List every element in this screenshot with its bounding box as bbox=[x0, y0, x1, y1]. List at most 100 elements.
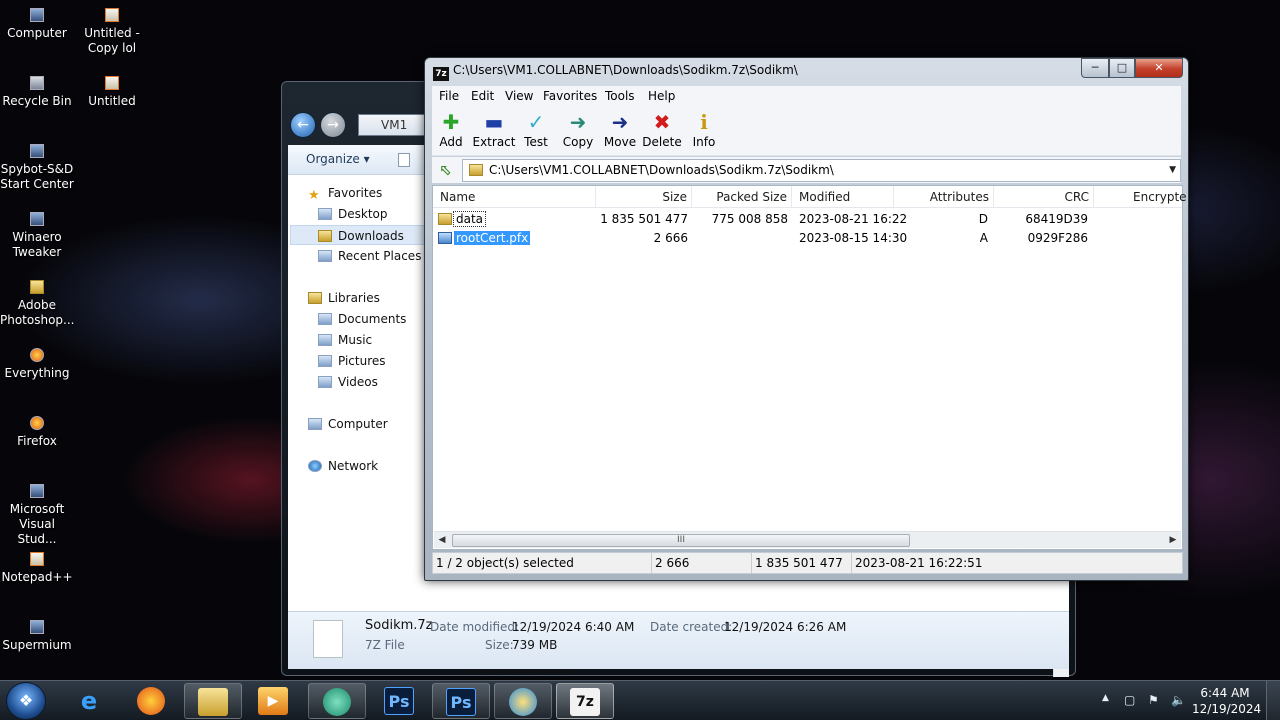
desktop-icon-photoshop[interactable]: Adobe Photoshop... bbox=[0, 280, 75, 328]
nav-videos[interactable]: Videos bbox=[318, 372, 378, 392]
nav-label: Music bbox=[338, 333, 373, 347]
file-name: data bbox=[452, 211, 487, 227]
show-desktop-button[interactable] bbox=[1266, 681, 1280, 720]
action-center-icon[interactable]: ▢ bbox=[1124, 693, 1135, 707]
menu-tools[interactable]: Tools bbox=[605, 86, 635, 106]
table-row[interactable]: data 1 835 501 477 775 008 858 2023-08-2… bbox=[433, 209, 1182, 229]
winaero-icon bbox=[323, 688, 351, 716]
desktop-icon-spybot[interactable]: Spybot-S&D Start Center bbox=[0, 144, 74, 192]
new-folder-icon[interactable] bbox=[398, 153, 410, 167]
nav-music[interactable]: Music bbox=[318, 330, 372, 350]
media-player-icon: ▶ bbox=[258, 687, 288, 715]
chevron-down-icon[interactable]: ▼ bbox=[1169, 160, 1176, 181]
tray-overflow-icon[interactable]: ▲ bbox=[1102, 693, 1109, 703]
nav-label: Documents bbox=[338, 312, 407, 326]
column-crc[interactable]: CRC bbox=[994, 186, 1094, 208]
nav-label: Libraries bbox=[328, 291, 380, 305]
nav-favorites[interactable]: ★ Favorites bbox=[308, 183, 382, 203]
maximize-button[interactable]: □ bbox=[1109, 58, 1135, 78]
table-row-selected[interactable]: rootCert.pfx 2 666 2023-08-15 14:30 A 09… bbox=[433, 228, 1182, 248]
file-name: rootCert.pfx bbox=[454, 231, 531, 245]
column-name[interactable]: Name bbox=[440, 186, 596, 208]
minimize-button[interactable]: ─ bbox=[1081, 58, 1109, 78]
desktop-icon-everything[interactable]: Everything bbox=[0, 348, 74, 381]
taskbar-winaero-tweaker[interactable] bbox=[308, 683, 366, 719]
nav-downloads[interactable]: Downloads bbox=[290, 225, 426, 245]
desktop-icon-untitled[interactable]: Untitled bbox=[75, 76, 149, 109]
nav-network[interactable]: Network bbox=[308, 456, 378, 476]
column-packed-size[interactable]: Packed Size bbox=[692, 186, 792, 208]
desktop-icon-label: Notepad++ bbox=[1, 570, 73, 584]
documents-icon bbox=[318, 313, 332, 325]
window-title: 7z C:\Users\VM1.COLLABNET\Downloads\Sodik… bbox=[433, 63, 798, 81]
desktop-icon-visual-studio[interactable]: Microsoft Visual Stud... bbox=[0, 484, 74, 547]
details-file-type: 7Z File bbox=[365, 638, 405, 652]
column-size[interactable]: Size bbox=[596, 186, 692, 208]
close-button[interactable]: ✕ bbox=[1135, 58, 1183, 78]
menu-favorites[interactable]: Favorites bbox=[543, 86, 597, 106]
address-field[interactable]: C:\Users\VM1.COLLABNET\Downloads\Sodikm.… bbox=[462, 159, 1181, 182]
scrollbar-thumb[interactable]: III bbox=[452, 534, 910, 547]
explorer-address-bar[interactable]: VM1 bbox=[358, 114, 428, 136]
taskbar-media-player[interactable]: ▶ bbox=[244, 683, 302, 719]
scroll-left-icon[interactable]: ◀ bbox=[434, 532, 450, 549]
clock[interactable]: 6:44 AM 12/19/2024 bbox=[1192, 685, 1261, 717]
taskbar-firefox[interactable] bbox=[122, 683, 180, 719]
nav-pictures[interactable]: Pictures bbox=[318, 351, 386, 371]
taskbar-7zip[interactable]: 7z bbox=[556, 683, 614, 719]
file-attributes: A bbox=[979, 231, 988, 245]
info-button[interactable]: i Info bbox=[679, 110, 729, 150]
address-crumb[interactable]: VM1 bbox=[381, 118, 407, 132]
column-modified[interactable]: Modified bbox=[799, 186, 894, 208]
volume-muted-icon[interactable]: 🔈 bbox=[1171, 693, 1186, 707]
taskbar-photoshop-2[interactable]: Ps bbox=[432, 683, 490, 719]
desktop-icon-supermium[interactable]: Supermium bbox=[0, 620, 74, 653]
desktop-icon-computer[interactable]: Computer bbox=[0, 8, 74, 41]
taskbar-windows-explorer[interactable] bbox=[184, 683, 242, 719]
file-size: 2 666 bbox=[653, 231, 688, 245]
menu-view[interactable]: View bbox=[505, 86, 533, 106]
organize-label: Organize bbox=[306, 152, 360, 166]
pictures-icon bbox=[318, 355, 332, 367]
menu-edit[interactable]: Edit bbox=[471, 86, 494, 106]
horizontal-scrollbar[interactable]: ◀ III ▶ bbox=[434, 531, 1181, 548]
scroll-right-icon[interactable]: ▶ bbox=[1165, 532, 1181, 549]
column-attributes[interactable]: Attributes bbox=[894, 186, 994, 208]
notepad-icon bbox=[30, 552, 44, 566]
taskbar-photoshop[interactable]: Ps bbox=[370, 683, 428, 719]
organize-button[interactable]: Organize ▾ bbox=[306, 152, 370, 166]
desktop-icon-label: Winaero Tweaker bbox=[12, 230, 62, 259]
desktop-icon-firefox[interactable]: Firefox bbox=[0, 416, 74, 449]
nav-documents[interactable]: Documents bbox=[318, 309, 406, 329]
desktop-icon-notepadpp[interactable]: Notepad++ bbox=[0, 552, 74, 585]
nav-libraries[interactable]: Libraries bbox=[308, 288, 380, 308]
start-button[interactable]: ❖ bbox=[6, 682, 46, 720]
folder-icon bbox=[198, 688, 228, 716]
folder-icon bbox=[30, 280, 44, 294]
nav-desktop[interactable]: Desktop bbox=[318, 204, 388, 224]
menu-help[interactable]: Help bbox=[648, 86, 675, 106]
nav-label: Network bbox=[328, 459, 379, 473]
desktop-icon-winaero[interactable]: Winaero Tweaker bbox=[0, 212, 74, 260]
nav-computer[interactable]: Computer bbox=[308, 414, 388, 434]
flag-icon[interactable]: ⚑ bbox=[1148, 693, 1159, 707]
desktop-icon-recycle-bin[interactable]: Recycle Bin bbox=[0, 76, 74, 109]
videos-icon bbox=[318, 376, 332, 388]
taskbar-internet-explorer[interactable]: e bbox=[60, 683, 118, 719]
back-button[interactable]: ← bbox=[290, 112, 316, 138]
forward-button[interactable]: → bbox=[320, 112, 346, 138]
7zip-window[interactable]: 7z C:\Users\VM1.COLLABNET\Downloads\Sodik… bbox=[424, 57, 1189, 581]
desktop-icon-label: Untitled - Copy lol bbox=[84, 26, 140, 55]
libraries-icon bbox=[308, 292, 322, 304]
status-total: 1 835 501 477 bbox=[752, 553, 852, 573]
desktop-icon-untitled-copy[interactable]: Untitled - Copy lol bbox=[75, 8, 149, 56]
up-folder-icon[interactable]: ⬁ bbox=[435, 160, 457, 180]
taskbar-supermium[interactable] bbox=[494, 683, 552, 719]
column-encrypted[interactable]: Encrypte bbox=[1133, 186, 1187, 208]
details-file-name: Sodikm.7z bbox=[365, 618, 433, 633]
nav-recent-places[interactable]: Recent Places bbox=[318, 246, 421, 266]
menu-file[interactable]: File bbox=[439, 86, 459, 106]
computer-icon bbox=[30, 8, 44, 22]
date-modified-label: Date modified: bbox=[430, 620, 520, 634]
info-icon: i bbox=[700, 110, 708, 134]
